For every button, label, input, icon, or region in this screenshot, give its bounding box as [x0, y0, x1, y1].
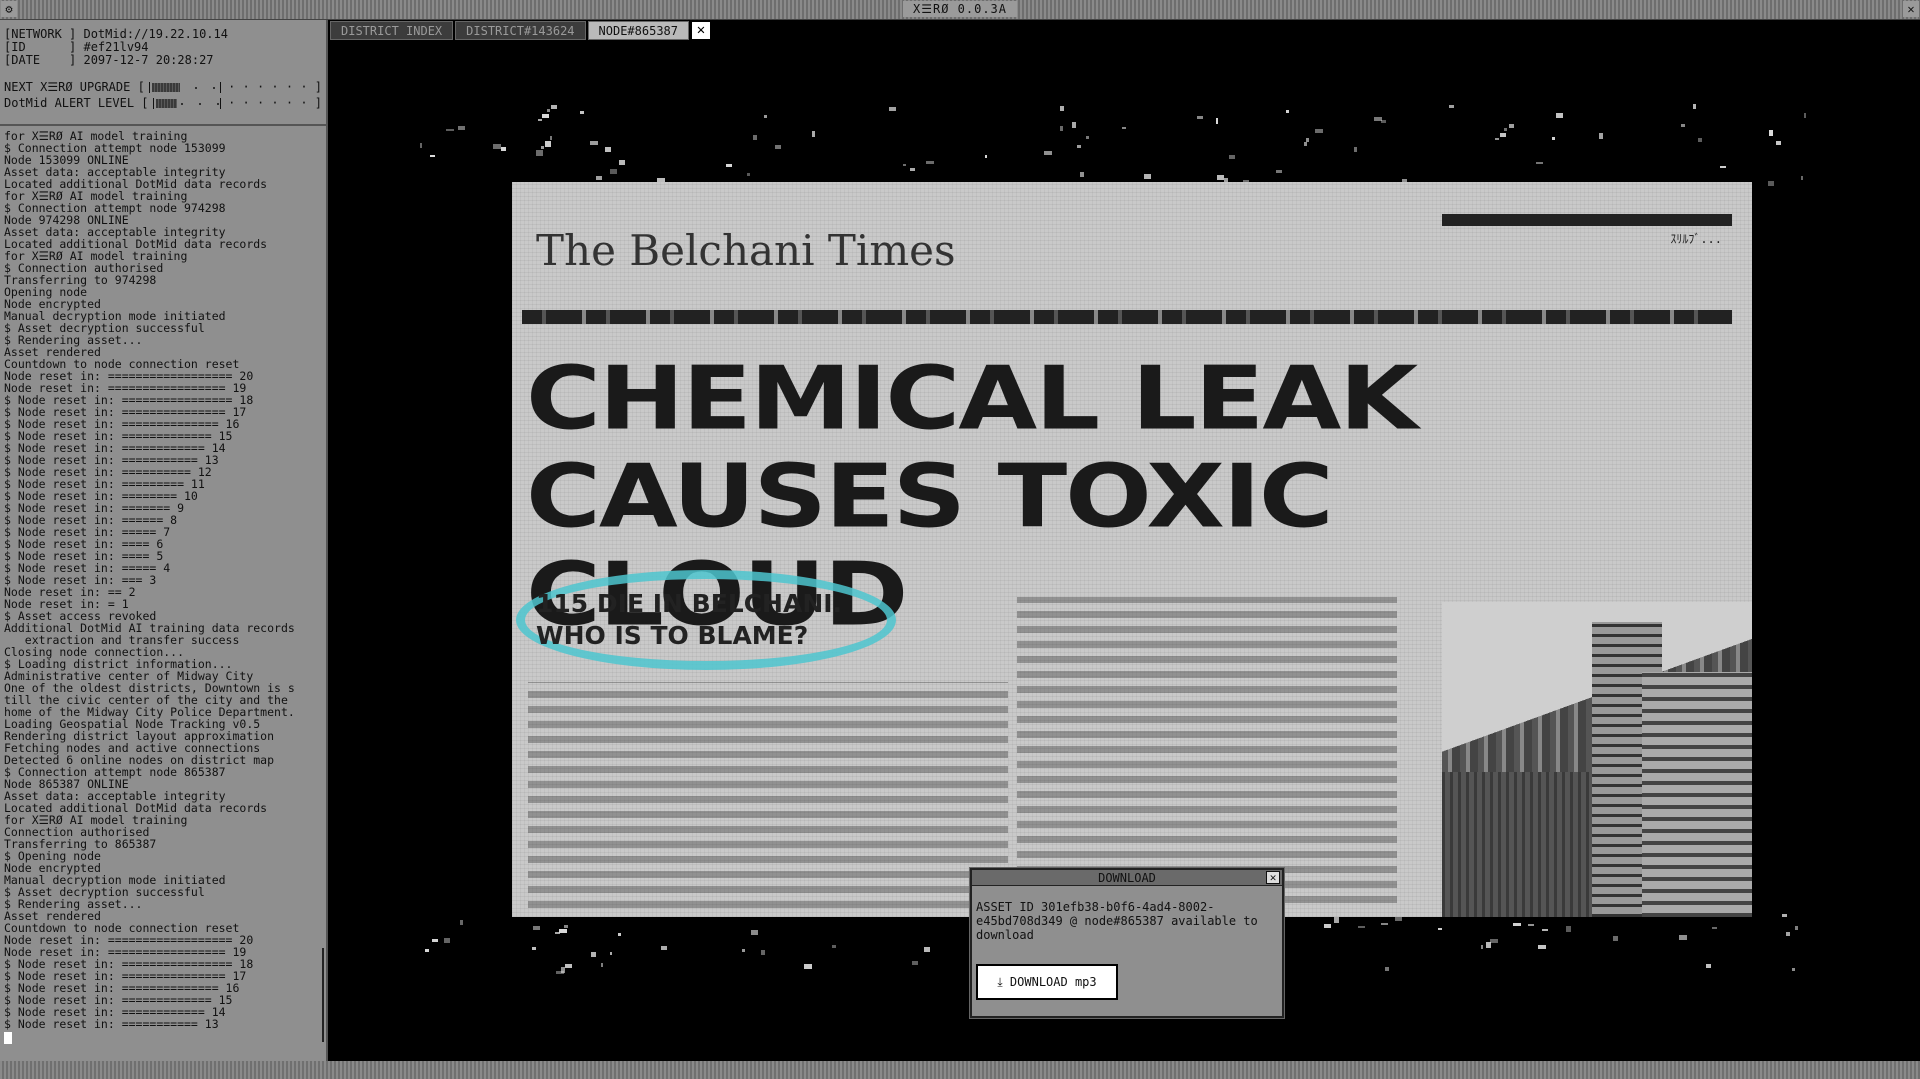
dialog-title: DOWNLOAD ✕: [972, 870, 1282, 886]
terminal-log[interactable]: for X☰RØ AI model training $ Connection a…: [0, 126, 326, 1052]
article-column-1: [528, 682, 1008, 912]
newspaper-masthead: The Belchani Times: [536, 226, 956, 275]
log-line: $ Node reset in: =========== 13: [4, 1017, 219, 1031]
network-info-panel: [NETWORK ] DotMid://19.22.10.14 [ID ] #e…: [0, 20, 326, 126]
title-bar: ⚙ X☰RØ 0.0.3A ✕: [0, 0, 1920, 20]
upgrade-meter: NEXT X☰RØ UPGRADE [ · · · · · · ]: [4, 79, 322, 95]
status-bar: [0, 1061, 1920, 1079]
upgrade-meter-fill: [151, 82, 180, 92]
masthead-rule: [522, 310, 1732, 324]
close-window-icon[interactable]: ✕: [1903, 1, 1919, 17]
download-mp3-button[interactable]: ⤓ DOWNLOAD mp3: [976, 964, 1118, 1000]
dialog-message: ASSET ID 301efb38-b0f6-4ad4-8002-e45bd70…: [976, 900, 1258, 942]
industrial-photo: [1442, 602, 1752, 917]
subhead-block: 115 DIE IN BELCHANI. WHO IS TO BLAME?: [516, 566, 896, 678]
alert-meter-fill: [155, 98, 178, 108]
terminal-cursor: [4, 1032, 12, 1044]
upgrade-meter-end: · · · · · · ]: [220, 79, 322, 94]
download-icon: ⤓: [997, 975, 1003, 989]
download-button-label: DOWNLOAD mp3: [1009, 975, 1097, 989]
settings-icon[interactable]: ⚙: [1, 1, 17, 17]
dialog-close-icon[interactable]: ✕: [1266, 871, 1280, 884]
alert-meter-end: · · · · · · ]: [220, 95, 322, 110]
tab-bar: DISTRICT INDEX DISTRICT#143624 NODE#8653…: [330, 21, 712, 41]
tab-district-index[interactable]: DISTRICT INDEX: [330, 21, 454, 40]
alert-meter: DotMid ALERT LEVEL [ · · · · · · ]: [4, 95, 322, 111]
download-dialog: DOWNLOAD ✕ ASSET ID 301efb38-b0f6-4ad4-8…: [970, 868, 1284, 1018]
alert-meter-label: DotMid ALERT LEVEL [: [4, 95, 149, 110]
date-row: [DATE ] 2097-12-7 20:28:27: [4, 53, 214, 67]
window-title: X☰RØ 0.0.3A: [902, 1, 1018, 17]
masthead-bar: [1442, 214, 1732, 226]
newspaper-asset: ｽﾘﾙﾌﾞ... The Belchani Times CHEMICAL LEA…: [512, 182, 1752, 917]
tab-node-865387[interactable]: NODE#865387: [587, 21, 690, 40]
subhead: 115 DIE IN BELCHANI. WHO IS TO BLAME?: [536, 589, 843, 650]
article-column-2: [1017, 597, 1397, 907]
terminal-sidebar: [NETWORK ] DotMid://19.22.10.14 [ID ] #e…: [0, 20, 328, 1061]
close-tab-icon[interactable]: ✕: [691, 21, 712, 40]
headline-line-1: CHEMICAL LEAK: [526, 347, 1418, 450]
upgrade-meter-label: NEXT X☰RØ UPGRADE [: [4, 79, 145, 94]
masthead-tag: ｽﾘﾙﾌﾞ...: [1670, 232, 1722, 246]
tab-district-143624[interactable]: DISTRICT#143624: [455, 21, 586, 40]
log-scrollbar[interactable]: [322, 948, 324, 1042]
asset-viewer: ｽﾘﾙﾌﾞ... The Belchani Times CHEMICAL LEA…: [330, 42, 1920, 1061]
